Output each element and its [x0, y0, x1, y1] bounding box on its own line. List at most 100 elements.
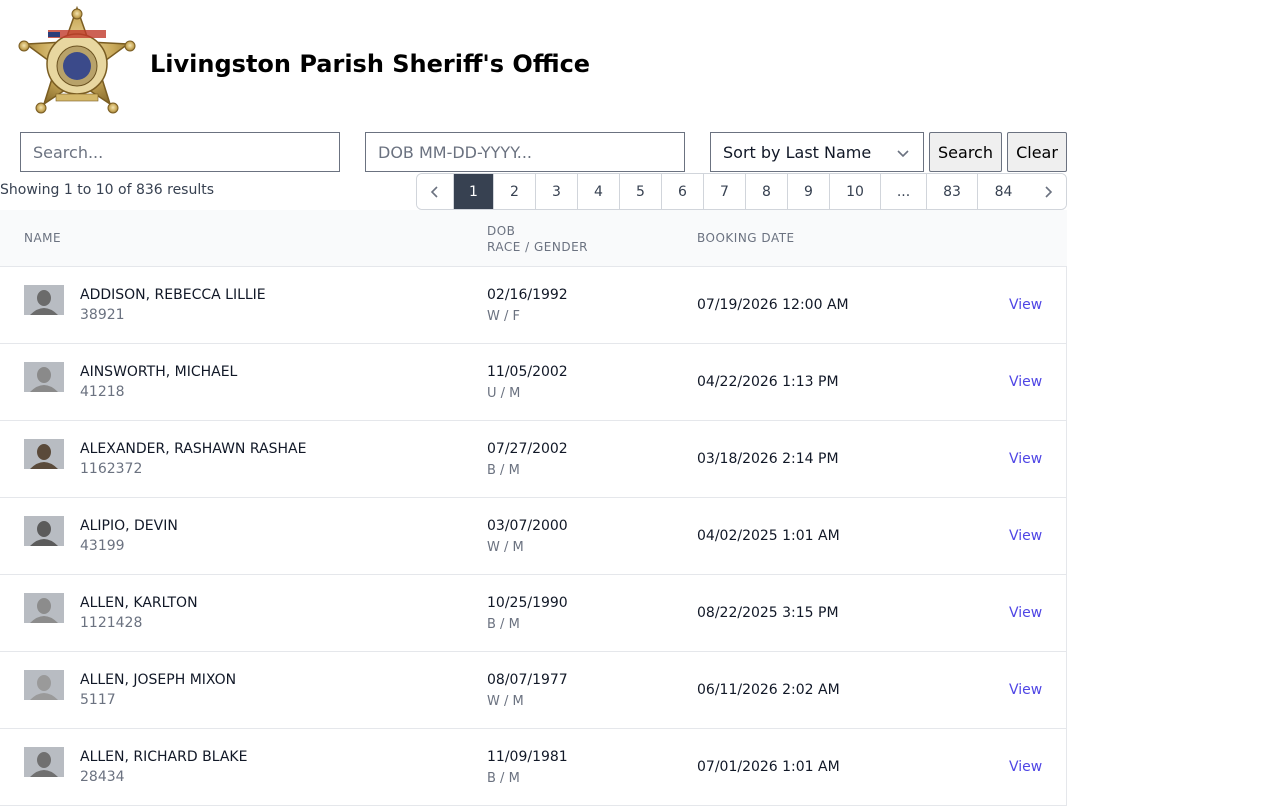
- table-row: ALLEN, KARLTON 1121428 10/25/1990 B / M 08/2…: [0, 575, 1067, 652]
- booking-date: 03/18/2026 2:14 PM: [697, 451, 839, 467]
- dob-input[interactable]: [365, 132, 685, 172]
- photo-head: [37, 598, 51, 614]
- page-button[interactable]: 84: [978, 174, 1029, 209]
- race-gender: B / M: [487, 771, 520, 786]
- date-of-birth: 11/05/2002: [487, 364, 568, 380]
- table-body: ADDISON, REBECCA LILLIE 38921 02/16/1992 W …: [0, 267, 1067, 806]
- header: [18, 6, 136, 122]
- photo-head: [37, 444, 51, 460]
- mugshot-thumbnail[interactable]: [24, 747, 64, 777]
- date-of-birth: 11/09/1981: [487, 749, 568, 765]
- person-photo-icon: [24, 593, 64, 623]
- table-row: ALLEN, JOSEPH MIXON 5117 08/07/1977 W / M 06…: [0, 652, 1067, 729]
- chevron-down-icon: [897, 150, 909, 158]
- header-name: NAME: [24, 231, 62, 245]
- table-row: ALEXANDER, RASHAWN RASHAE 1162372 07/27/20…: [0, 421, 1067, 498]
- booking-date: 07/19/2026 12:00 AM: [697, 297, 849, 313]
- photo-head: [37, 367, 51, 383]
- page-button[interactable]: 8: [746, 174, 788, 209]
- table-row: ALIPIO, DEVIN 43199 03/07/2000 W / M 04/02/2…: [0, 498, 1067, 575]
- sort-select[interactable]: Sort by Last Name: [710, 132, 924, 172]
- page-button[interactable]: 83: [927, 174, 978, 209]
- booking-date: 06/11/2026 2:02 AM: [697, 682, 840, 698]
- mugshot-thumbnail[interactable]: [24, 439, 64, 469]
- booking-date: 07/01/2026 1:01 AM: [697, 759, 840, 775]
- date-of-birth: 02/16/1992: [487, 287, 568, 303]
- inmate-name: ALLEN, RICHARD BLAKE: [80, 749, 248, 765]
- person-photo-icon: [24, 285, 64, 315]
- view-link[interactable]: View: [1009, 451, 1042, 467]
- view-link[interactable]: View: [1009, 682, 1042, 698]
- booking-number: 28434: [80, 769, 125, 785]
- mugshot-thumbnail[interactable]: [24, 670, 64, 700]
- sheriff-badge-logo: [18, 6, 136, 114]
- view-link[interactable]: View: [1009, 374, 1042, 390]
- date-of-birth: 10/25/1990: [487, 595, 568, 611]
- page-button[interactable]: 1: [454, 174, 494, 209]
- booking-number: 41218: [80, 384, 125, 400]
- results-summary: Showing 1 to 10 of 836 results: [0, 182, 215, 198]
- search-input[interactable]: [20, 132, 340, 172]
- inmate-name: ALLEN, JOSEPH MIXON: [80, 672, 237, 688]
- inmate-table: NAME DOB RACE / GENDER BOOKING DATE ADDI…: [0, 210, 1067, 806]
- person-photo-icon: [24, 439, 64, 469]
- mugshot-thumbnail[interactable]: [24, 593, 64, 623]
- photo-head: [37, 675, 51, 691]
- person-photo-icon: [24, 516, 64, 546]
- sort-select-value: Sort by Last Name: [723, 142, 872, 162]
- table-row: ADDISON, REBECCA LILLIE 38921 02/16/1992 W …: [0, 267, 1067, 344]
- booking-number: 1121428: [80, 615, 143, 631]
- booking-number: 5117: [80, 692, 116, 708]
- person-photo-icon: [24, 670, 64, 700]
- race-gender: W / M: [487, 540, 524, 555]
- booking-number: 43199: [80, 538, 125, 554]
- inmate-name: ALIPIO, DEVIN: [80, 518, 178, 534]
- page-button[interactable]: 9: [788, 174, 830, 209]
- page-button[interactable]: 6: [662, 174, 704, 209]
- chevron-right-icon: [1044, 185, 1052, 198]
- page-button[interactable]: 4: [578, 174, 620, 209]
- mugshot-thumbnail[interactable]: [24, 516, 64, 546]
- person-photo-icon: [24, 747, 64, 777]
- inmate-name: ADDISON, REBECCA LILLIE: [80, 287, 266, 303]
- booking-date: 08/22/2025 3:15 PM: [697, 605, 839, 621]
- header-booking-date: BOOKING DATE: [697, 231, 795, 245]
- race-gender: B / M: [487, 463, 520, 478]
- prev-page-button[interactable]: [417, 174, 454, 209]
- booking-number: 1162372: [80, 461, 143, 477]
- race-gender: U / M: [487, 386, 521, 401]
- mugshot-thumbnail[interactable]: [24, 362, 64, 392]
- view-link[interactable]: View: [1009, 605, 1042, 621]
- search-button[interactable]: Search: [929, 132, 1002, 172]
- next-page-button[interactable]: [1029, 174, 1066, 209]
- view-link[interactable]: View: [1009, 528, 1042, 544]
- view-link[interactable]: View: [1009, 759, 1042, 775]
- page-ellipsis: ...: [881, 174, 927, 209]
- page-title: Livingston Parish Sheriff's Office: [150, 50, 591, 78]
- race-gender: B / M: [487, 617, 520, 632]
- inmate-name: ALEXANDER, RASHAWN RASHAE: [80, 441, 307, 457]
- clear-button[interactable]: Clear: [1007, 132, 1067, 172]
- chevron-left-icon: [430, 185, 438, 198]
- person-photo-icon: [24, 362, 64, 392]
- mugshot-thumbnail[interactable]: [24, 285, 64, 315]
- inmate-name: AINSWORTH, MICHAEL: [80, 364, 238, 380]
- booking-date: 04/22/2026 1:13 PM: [697, 374, 839, 390]
- page-button[interactable]: 7: [704, 174, 746, 209]
- view-link[interactable]: View: [1009, 297, 1042, 313]
- page-button[interactable]: 5: [620, 174, 662, 209]
- booking-date: 04/02/2025 1:01 AM: [697, 528, 840, 544]
- date-of-birth: 07/27/2002: [487, 441, 568, 457]
- header-dob: DOB RACE / GENDER: [487, 223, 588, 255]
- header-race-gender-label: RACE / GENDER: [487, 240, 588, 254]
- page-button[interactable]: 2: [494, 174, 536, 209]
- table-row: ALLEN, RICHARD BLAKE 28434 11/09/1981 B / M…: [0, 729, 1067, 806]
- pagination: 1 2 3 4 5 6 7 8 9 10... 83 84: [416, 173, 1067, 210]
- photo-head: [37, 290, 51, 306]
- page-button[interactable]: 10: [830, 174, 881, 209]
- photo-head: [37, 521, 51, 537]
- table-row: AINSWORTH, MICHAEL 41218 11/05/2002 U / M 04…: [0, 344, 1067, 421]
- booking-number: 38921: [80, 307, 125, 323]
- race-gender: W / F: [487, 309, 520, 324]
- page-button[interactable]: 3: [536, 174, 578, 209]
